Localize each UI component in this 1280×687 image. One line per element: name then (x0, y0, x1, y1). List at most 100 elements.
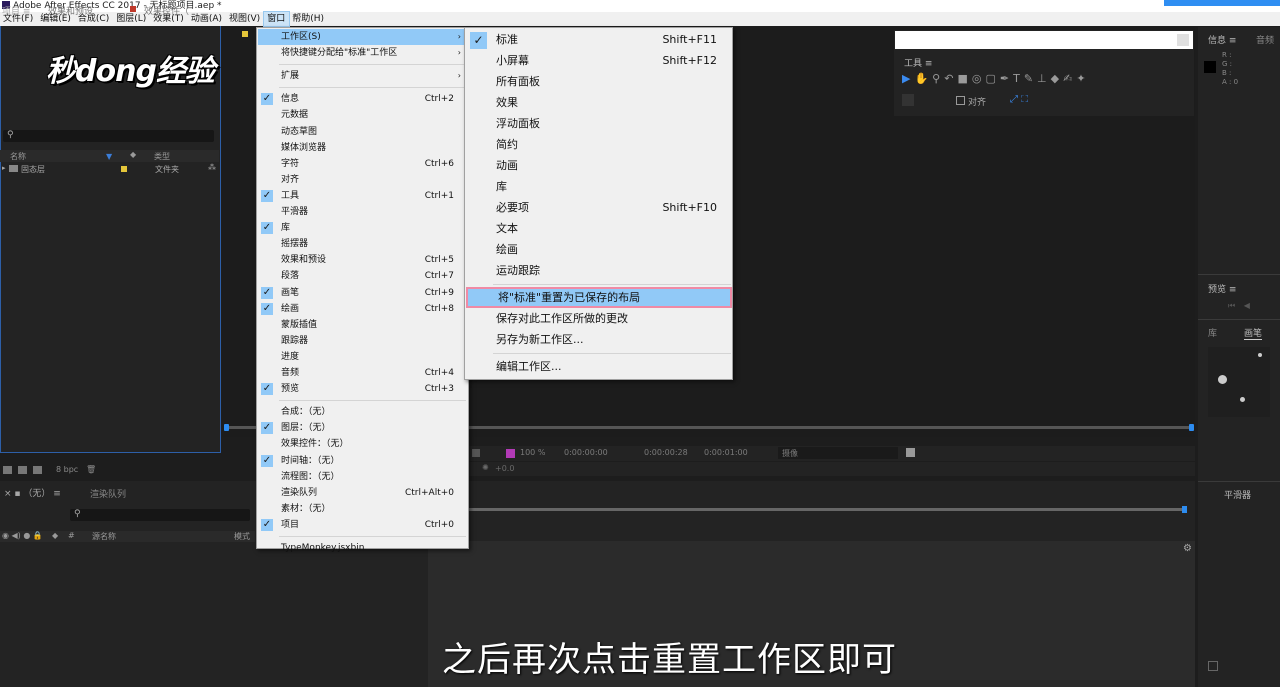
window-menu-item[interactable]: 效果控件：（无） (258, 436, 467, 452)
column-type[interactable]: 类型 (154, 151, 170, 162)
brush-tip[interactable] (1218, 375, 1227, 384)
tab-audio[interactable]: 音频 (1256, 33, 1274, 46)
workspace-menu-item[interactable]: 运动跟踪 (466, 260, 732, 281)
checkbox-icon[interactable] (1208, 661, 1218, 671)
window-menu-item[interactable]: 媒体浏览器 (258, 140, 467, 156)
workspace-menu-item[interactable]: ✓ 标准 Shift+F11 (466, 29, 732, 50)
new-comp-icon[interactable] (33, 466, 42, 474)
search-help-field[interactable] (895, 31, 1193, 49)
window-menu-item[interactable]: 跟踪器 (258, 333, 467, 349)
workspace-menu-item[interactable]: 绘画 (466, 239, 732, 260)
eraser-tool-icon[interactable]: ◆ (1051, 72, 1063, 85)
clone-stamp-icon[interactable]: ⊥ (1037, 72, 1051, 85)
window-menu-item[interactable]: ✓ 预览 Ctrl+3 (258, 381, 467, 397)
tab-project[interactable]: 项目 ≡ (2, 4, 30, 17)
window-menu-item[interactable]: 音频 Ctrl+4 (258, 365, 467, 381)
window-menu-item[interactable]: 工作区(S) › (258, 29, 467, 45)
menu-6[interactable]: 视图(V) (226, 12, 264, 26)
window-menu-item[interactable]: TypeMonkey.jsxbin (258, 540, 467, 556)
viewer-time-2[interactable]: 0:00:00:28 (644, 448, 688, 457)
window-menu-item[interactable]: 扩展 › (258, 68, 467, 84)
pen-tool-icon[interactable]: ✒ (1000, 72, 1013, 85)
window-menu-item[interactable]: 对齐 (258, 172, 467, 188)
pan-behind-icon[interactable]: ◎ (972, 72, 986, 85)
timeline-search-input[interactable]: ⚲ (70, 509, 250, 521)
search-help-button[interactable] (1177, 34, 1189, 46)
channel-color-icon[interactable] (506, 449, 515, 458)
window-menu-item[interactable]: 合成：（无） (258, 404, 467, 420)
rotate-tool-icon[interactable]: ↶ (944, 72, 957, 85)
window-menu-item[interactable]: ✓ 时间轴：（无） (258, 453, 467, 469)
tab-timeline-none[interactable]: × ▪ （无） ≡ (4, 486, 61, 499)
exposure-icon[interactable]: ✺ (482, 463, 489, 472)
window-menu-item[interactable]: ✓ 项目 Ctrl+0 (258, 517, 467, 533)
workspace-menu-item[interactable]: 编辑工作区... (466, 356, 732, 377)
puppet-pin-icon[interactable]: ✦ (1076, 72, 1089, 85)
window-menu-item[interactable]: ✓ 库 (258, 220, 467, 236)
window-menu-item[interactable]: 素材：（无） (258, 501, 467, 517)
window-menu-item[interactable]: ✓ 绘画 Ctrl+8 (258, 301, 467, 317)
mask-tool-icon[interactable]: ▢ (985, 72, 999, 85)
viewer-time-1[interactable]: 0:00:00:00 (564, 448, 608, 457)
exposure-value[interactable]: +0.0 (495, 464, 514, 473)
brush-tip-grid[interactable] (1208, 347, 1270, 417)
menu-7[interactable]: 窗口 (263, 11, 291, 27)
preview-controls[interactable]: ⏮ ◀ (1228, 301, 1253, 311)
type-tool-icon[interactable]: T (1013, 72, 1024, 85)
window-menu-item[interactable]: 渲染队列 Ctrl+Alt+0 (258, 485, 467, 501)
workspace-menu-item[interactable]: 浮动面板 (466, 113, 732, 134)
column-source-name[interactable]: 源名称 (92, 531, 116, 542)
workspace-menu-item[interactable]: 效果 (466, 92, 732, 113)
snap-icon[interactable]: ⤢ ⛶ (1010, 94, 1028, 105)
comp-button-icon[interactable]: ⚙ (1183, 543, 1192, 554)
window-menu-item[interactable]: 蒙版插值 (258, 317, 467, 333)
timeline-work-area-bar[interactable] (468, 506, 1187, 513)
expand-arrow-icon[interactable]: ▸ (2, 164, 6, 172)
brush-tip[interactable] (1240, 397, 1245, 402)
align-checkbox[interactable] (956, 96, 965, 105)
column-mode[interactable]: 模式 (234, 531, 250, 542)
tab-render-queue[interactable]: 渲染队列 (90, 487, 126, 500)
window-menu-item[interactable]: 进度 (258, 349, 467, 365)
zoom-tool-icon[interactable]: ⚲ (932, 72, 944, 85)
tab-effects-presets[interactable]: 效果和预设 (48, 4, 93, 17)
column-name[interactable]: 名称 (10, 151, 26, 162)
workspace-menu-item[interactable]: 动画 (466, 155, 732, 176)
brush-tip[interactable] (1258, 353, 1262, 357)
local-axis-icon[interactable] (902, 94, 914, 106)
workspace-menu-item[interactable]: 保存对此工作区所做的更改 (466, 308, 732, 329)
window-menu-item[interactable]: 效果和预设 Ctrl+5 (258, 252, 467, 268)
interpret-footage-icon[interactable] (3, 466, 12, 474)
window-menu-item[interactable]: 动态草图 (258, 124, 467, 140)
tab-brushes[interactable]: 画笔 (1244, 326, 1263, 340)
tab-preview[interactable]: 预览 ≡ (1208, 282, 1236, 295)
workspace-menu-item[interactable]: 将"标准"重置为已保存的布局 (466, 287, 732, 308)
tab-info[interactable]: 信息 ≡ (1208, 33, 1236, 46)
window-menu-item[interactable]: 字符 Ctrl+6 (258, 156, 467, 172)
bpc-button[interactable]: 8 bpc (56, 465, 78, 474)
workspace-menu-item[interactable]: 文本 (466, 218, 732, 239)
camera-tool-icon[interactable]: ■ (957, 72, 971, 85)
window-menu-item[interactable]: ✓ 工具 Ctrl+1 (258, 188, 467, 204)
window-menu-item[interactable]: 元数据 (258, 107, 467, 123)
window-menu-item[interactable]: ✓ 图层：（无） (258, 420, 467, 436)
project-search-input[interactable]: ⚲ (3, 130, 214, 142)
window-menu-item[interactable]: 段落 Ctrl+7 (258, 268, 467, 284)
brush-tool-icon[interactable]: ✎ (1024, 72, 1037, 85)
tab-effects-controls[interactable]: 效果控件（ (144, 4, 189, 17)
workspace-menu-item[interactable]: 所有面板 (466, 71, 732, 92)
window-menu-item[interactable]: ✓ 信息 Ctrl+2 (258, 91, 467, 107)
window-menu-item[interactable]: 平滑器 (258, 204, 467, 220)
workspace-menu-item[interactable]: 另存为新工作区... (466, 329, 732, 350)
window-menu-item[interactable]: ✓ 画笔 Ctrl+9 (258, 285, 467, 301)
trash-icon[interactable]: 🗑 (86, 465, 96, 474)
flowchart-icon[interactable]: ⁂ (208, 163, 216, 172)
window-menu-item[interactable]: 流程图：（无） (258, 469, 467, 485)
window-menu-item[interactable]: 将快捷键分配给"标准"工作区 › (258, 45, 467, 61)
new-folder-icon[interactable] (18, 466, 27, 474)
workspace-menu-item[interactable]: 必要项 Shift+F10 (466, 197, 732, 218)
project-row[interactable]: ▸ 固态层 文件夹 ⁂ (0, 163, 219, 176)
window-menu-item[interactable]: 摇摆器 (258, 236, 467, 252)
menu-5[interactable]: 动画(A) (188, 12, 226, 26)
viewer-toggle-icon[interactable] (472, 449, 480, 457)
